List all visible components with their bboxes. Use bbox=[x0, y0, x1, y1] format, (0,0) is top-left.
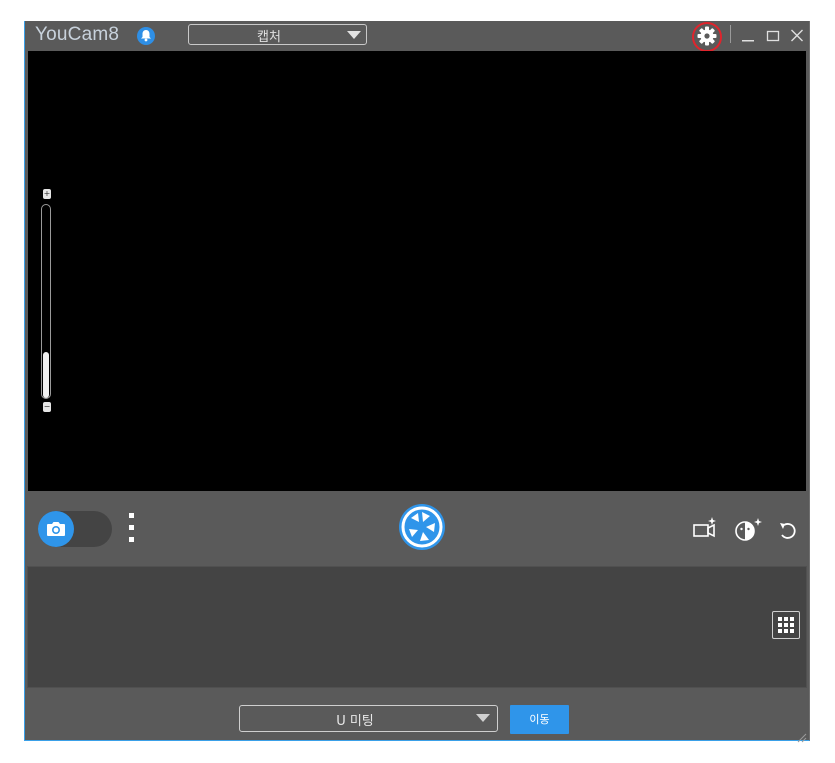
meeting-app-select[interactable]: U 미팅 bbox=[239, 705, 498, 732]
grid-icon[interactable] bbox=[772, 611, 800, 639]
more-icon[interactable] bbox=[129, 513, 135, 547]
camera-preview[interactable]: + − bbox=[28, 51, 806, 491]
thumbnail-tray[interactable] bbox=[27, 566, 807, 688]
bell-icon[interactable] bbox=[137, 27, 155, 45]
video-effects-icon[interactable] bbox=[693, 517, 719, 545]
mode-select[interactable]: 캡처 bbox=[188, 24, 367, 45]
shutter-icon bbox=[401, 506, 443, 548]
resize-grip-icon[interactable] bbox=[797, 728, 807, 743]
close-icon[interactable] bbox=[788, 25, 806, 45]
mode-select-value: 캡처 bbox=[257, 30, 281, 45]
chevron-down-icon bbox=[347, 31, 361, 39]
titlebar: YouCam8 캡처 bbox=[25, 21, 809, 52]
chevron-down-icon bbox=[476, 714, 490, 722]
capture-controls bbox=[25, 491, 809, 565]
app-title: YouCam8 bbox=[35, 24, 120, 45]
gear-icon[interactable] bbox=[696, 25, 718, 47]
camera-icon bbox=[38, 511, 74, 547]
photo-video-toggle[interactable] bbox=[38, 511, 112, 547]
maximize-icon[interactable] bbox=[764, 25, 782, 45]
meeting-select-value: U 미팅 bbox=[336, 714, 374, 729]
face-effects-icon[interactable] bbox=[733, 517, 763, 547]
zoom-out-button[interactable]: − bbox=[43, 402, 51, 412]
undo-icon[interactable] bbox=[777, 519, 799, 545]
go-button[interactable]: 이동 bbox=[510, 705, 569, 734]
titlebar-divider bbox=[730, 25, 731, 43]
minimize-icon[interactable] bbox=[739, 25, 757, 45]
app-window: YouCam8 캡처 + − U 미팅 이동 bbox=[24, 21, 810, 743]
shutter-button[interactable] bbox=[399, 504, 445, 550]
footer-bar: U 미팅 이동 bbox=[25, 689, 809, 743]
zoom-in-button[interactable]: + bbox=[43, 189, 51, 199]
zoom-slider-handle[interactable] bbox=[43, 352, 49, 398]
